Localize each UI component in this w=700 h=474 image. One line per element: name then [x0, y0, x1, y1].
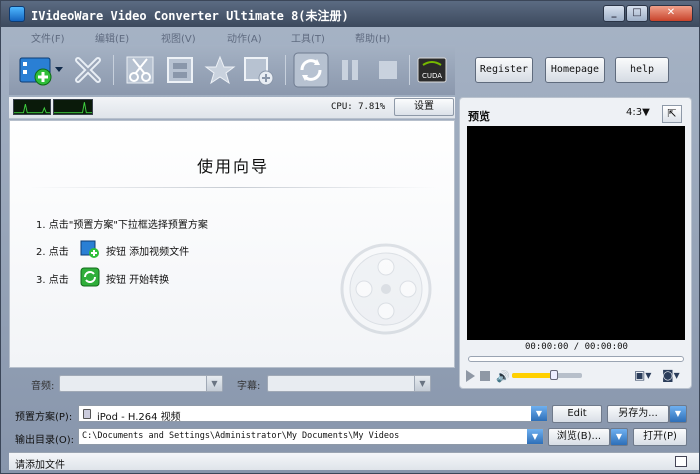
film-edit-icon[interactable] — [163, 53, 197, 87]
close-button[interactable]: ✕ — [649, 5, 693, 22]
cpu-meter — [13, 99, 51, 115]
menu-help[interactable]: 帮助(H) — [355, 30, 390, 45]
play-icon[interactable] — [466, 370, 475, 382]
output-path: C:\Documents and Settings\Administrator\… — [82, 431, 400, 441]
volume-fill — [512, 373, 554, 378]
volume-icon[interactable]: 🔊 — [496, 370, 510, 383]
settings-button[interactable]: 设置 — [394, 98, 454, 116]
cpu-usage-text: CPU: 7.81% — [331, 102, 386, 112]
menu-edit[interactable]: 编辑(E) — [95, 30, 129, 45]
memory-meter — [53, 99, 93, 115]
add-video-icon[interactable] — [17, 53, 65, 87]
preview-title: 预览 — [468, 110, 490, 123]
film-reel-watermark-icon — [338, 241, 434, 337]
seek-bar[interactable] — [468, 356, 684, 362]
profile-value: iPod - H.264 视频 — [97, 412, 181, 423]
save-as-dropdown[interactable]: ▼ — [669, 405, 687, 423]
player-controls: 🔊 ▣▾ ◙▾ — [466, 368, 690, 386]
convert-icon[interactable] — [293, 52, 329, 88]
chevron-down-icon[interactable]: ▼ — [527, 429, 543, 444]
chevron-down-icon[interactable]: ▼ — [531, 406, 547, 421]
audio-label: 音频: — [31, 381, 55, 392]
audio-select[interactable]: ▼ — [59, 375, 223, 392]
stop-icon[interactable] — [480, 371, 490, 381]
profile-select[interactable]: iPod - H.264 视频 ▼ — [78, 405, 548, 423]
side-buttons: Register Homepage help — [463, 45, 699, 95]
add-video-icon — [80, 239, 100, 259]
expand-icon[interactable]: ⇱ — [662, 105, 682, 123]
minimize-button[interactable]: _ — [603, 5, 625, 22]
cuda-icon[interactable]: CUDA — [415, 53, 449, 87]
chevron-down-icon[interactable]: ▼ — [206, 376, 222, 391]
add-film-icon[interactable] — [241, 53, 275, 87]
toolbar-separator — [113, 55, 114, 85]
volume-knob[interactable] — [550, 370, 558, 380]
snapshot-folder-icon[interactable]: ▣▾ — [634, 368, 651, 382]
menu-bar: 文件(F) 编辑(E) 视图(V) 动作(A) 工具(T) 帮助(H) — [9, 28, 449, 45]
toolbar-separator — [285, 55, 286, 85]
log-icon[interactable] — [675, 456, 687, 467]
guide-step-3-prefix: 3. 点击 — [36, 275, 69, 286]
guide-step-3-suffix: 按钮 开始转换 — [106, 275, 170, 286]
aspect-ratio-select[interactable]: 4:3▼ — [626, 107, 650, 118]
ipod-icon — [83, 409, 91, 419]
browse-dropdown[interactable]: ▼ — [610, 428, 628, 446]
preview-screen — [467, 126, 685, 340]
toolbar-separator — [409, 55, 410, 85]
guide-step-2-prefix: 2. 点击 — [36, 247, 69, 258]
menu-view[interactable]: 视图(V) — [161, 30, 196, 45]
edit-profile-button[interactable]: Edit — [552, 405, 602, 423]
window-title: IVideoWare Video Converter Ultimate 8(未注… — [31, 9, 349, 23]
subtitle-label: 字幕: — [237, 381, 261, 392]
remove-icon[interactable] — [71, 53, 105, 87]
open-folder-button[interactable]: 打开(P) — [633, 428, 687, 446]
guide-step-2-suffix: 按钮 添加视频文件 — [106, 247, 190, 258]
stop-icon[interactable] — [371, 53, 405, 87]
subtitle-select[interactable]: ▼ — [267, 375, 431, 392]
guide-divider — [30, 187, 436, 188]
preview-timecode: 00:00:00 / 00:00:00 — [525, 342, 628, 352]
preview-panel: 预览 4:3▼ ⇱ 00:00:00 / 00:00:00 🔊 ▣▾ ◙▾ — [459, 97, 692, 389]
app-window: IVideoWare Video Converter Ultimate 8(未注… — [0, 0, 700, 474]
help-button[interactable]: help — [615, 57, 669, 83]
menu-tools[interactable]: 工具(T) — [291, 30, 325, 45]
status-bar: 请添加文件 — [9, 452, 699, 471]
menu-action[interactable]: 动作(A) — [227, 30, 262, 45]
pause-icon[interactable] — [333, 53, 367, 87]
maximize-button[interactable]: □ — [626, 5, 648, 22]
convert-icon — [80, 267, 100, 287]
title-bar[interactable]: IVideoWare Video Converter Ultimate 8(未注… — [1, 1, 699, 27]
browse-button[interactable]: 浏览(B)... — [548, 428, 610, 446]
svg-text:CUDA: CUDA — [422, 72, 442, 80]
cut-icon[interactable] — [123, 53, 157, 87]
output-directory-input[interactable]: C:\Documents and Settings\Administrator\… — [78, 428, 544, 445]
cpu-status-strip: CPU: 7.81% 设置 — [9, 97, 455, 119]
output-label: 输出目录(O): — [15, 435, 75, 446]
register-button[interactable]: Register — [475, 57, 533, 83]
save-as-button[interactable]: 另存为... — [607, 405, 669, 423]
status-text: 请添加文件 — [15, 460, 65, 471]
volume-slider[interactable] — [512, 370, 582, 380]
guide-title: 使用向导 — [196, 157, 269, 176]
homepage-button[interactable]: Homepage — [545, 57, 605, 83]
app-logo-icon — [9, 6, 25, 22]
menu-file[interactable]: 文件(F) — [31, 30, 65, 45]
profile-label: 预置方案(P): — [15, 412, 73, 423]
camera-icon[interactable]: ◙▾ — [662, 368, 680, 382]
guide-step-1: 1. 点击"预置方案"下拉框选择预置方案 — [36, 220, 208, 231]
track-selectors: 音频: ▼ 字幕: ▼ — [9, 371, 455, 397]
file-list-area[interactable]: 使用向导 1. 点击"预置方案"下拉框选择预置方案 2. 点击 按钮 添加视频文… — [9, 120, 455, 368]
effect-star-icon[interactable] — [203, 53, 237, 87]
toolbar: CUDA — [9, 45, 455, 95]
chevron-down-icon[interactable]: ▼ — [414, 376, 430, 391]
